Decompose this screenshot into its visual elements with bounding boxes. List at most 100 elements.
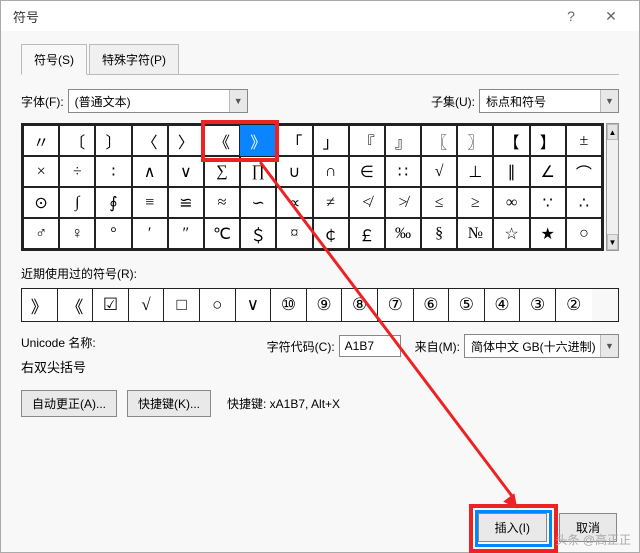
symbol-cell[interactable]: ∴ [566,187,602,218]
symbol-cell[interactable]: ￡ [349,218,385,249]
help-icon[interactable]: ? [551,2,591,30]
symbol-cell[interactable]: 【 [493,125,529,156]
tab-strip: 符号(S) 特殊字符(P) [21,43,619,75]
scroll-up-icon[interactable]: ▲ [607,124,618,140]
insert-button[interactable]: 插入(I) [478,513,547,542]
scroll-track[interactable] [607,140,618,234]
charcode-input[interactable]: A1B7 [339,335,401,357]
symbol-cell[interactable]: ≌ [168,187,204,218]
grid-scrollbar[interactable]: ▲ ▼ [606,123,619,251]
symbol-cell[interactable]: ＄ [240,218,276,249]
symbol-cell[interactable]: ℃ [204,218,240,249]
tab-symbol[interactable]: 符号(S) [21,44,87,75]
symbol-cell[interactable]: ￠ [313,218,349,249]
symbol-cell[interactable]: ≡ [132,187,168,218]
symbol-cell[interactable]: ≥ [457,187,493,218]
symbol-cell[interactable]: ¤ [276,218,312,249]
recent-cell[interactable]: ③ [520,289,556,321]
symbol-cell[interactable]: 】 [530,125,566,156]
symbol-cell[interactable]: ⊙ [23,187,59,218]
recent-cell[interactable]: □ [164,289,200,321]
symbol-cell[interactable]: 〔 [59,125,95,156]
symbol-cell[interactable]: 』 [385,125,421,156]
symbol-cell[interactable]: ∽ [240,187,276,218]
symbol-cell[interactable]: ÷ [59,156,95,187]
symbol-cell[interactable]: ⌒ [566,156,602,187]
symbol-cell[interactable]: ∪ [276,156,312,187]
symbol-cell[interactable]: ☆ [493,218,529,249]
recent-cell[interactable]: ④ [485,289,521,321]
symbol-cell[interactable]: ′ [132,218,168,249]
symbol-cell[interactable]: № [457,218,493,249]
recent-cell[interactable]: 《 [58,289,94,321]
symbol-cell[interactable]: ± [566,125,602,156]
symbol-cell[interactable]: 〖 [421,125,457,156]
symbol-cell[interactable]: 〕 [95,125,131,156]
symbol-cell[interactable]: ∨ [168,156,204,187]
recent-cell[interactable]: ⑤ [449,289,485,321]
symbol-cell[interactable]: ∧ [132,156,168,187]
symbol-cell[interactable]: 〉 [168,125,204,156]
symbol-cell[interactable]: ∷ [385,156,421,187]
symbol-cell[interactable]: ∏ [240,156,276,187]
chevron-down-icon[interactable]: ▼ [600,90,618,112]
symbol-cell[interactable]: 〈 [132,125,168,156]
symbol-cell[interactable]: ∑ [204,156,240,187]
symbol-cell[interactable]: ∥ [493,156,529,187]
scroll-down-icon[interactable]: ▼ [607,234,618,250]
dialog-body: 符号(S) 特殊字符(P) 字体(F): (普通文本) ▼ 子集(U): 标点和… [1,31,639,427]
tab-special[interactable]: 特殊字符(P) [89,44,179,75]
recent-cell[interactable]: 》 [22,289,58,321]
autocorrect-button[interactable]: 自动更正(A)... [21,390,117,417]
recent-cell[interactable]: ⑨ [307,289,343,321]
chevron-down-icon[interactable]: ▼ [229,90,247,112]
symbol-cell[interactable]: ∝ [276,187,312,218]
symbol-cell[interactable]: × [23,156,59,187]
symbol-cell[interactable]: ≤ [421,187,457,218]
symbol-cell[interactable]: ≯ [385,187,421,218]
recent-cell[interactable]: ⑥ [414,289,450,321]
recent-cell[interactable]: ⑩ [271,289,307,321]
from-combo[interactable]: 简体中文 GB(十六进制) ▼ [464,334,619,358]
chevron-down-icon[interactable]: ▼ [600,335,618,357]
symbol-cell[interactable]: ∫ [59,187,95,218]
symbol-cell[interactable]: ⊥ [457,156,493,187]
shortcutkey-button[interactable]: 快捷键(K)... [127,390,211,417]
close-icon[interactable]: ✕ [591,2,631,30]
symbol-cell[interactable]: ★ [530,218,566,249]
symbol-cell[interactable]: ° [95,218,131,249]
symbol-cell[interactable]: ≠ [313,187,349,218]
symbol-cell[interactable]: 」 [313,125,349,156]
font-combo[interactable]: (普通文本) ▼ [68,89,248,113]
symbol-cell[interactable]: ∩ [313,156,349,187]
symbol-cell[interactable]: 『 [349,125,385,156]
recent-cell[interactable]: ⑧ [342,289,378,321]
symbol-cell[interactable]: ∈ [349,156,385,187]
recent-cell[interactable]: ○ [200,289,236,321]
symbol-cell[interactable]: ≮ [349,187,385,218]
symbol-cell[interactable]: 〃 [23,125,59,156]
symbol-cell[interactable]: ♂ [23,218,59,249]
recent-cell[interactable]: ② [556,289,592,321]
symbol-cell[interactable]: 》 [240,125,276,156]
symbol-cell[interactable]: 「 [276,125,312,156]
recent-cell[interactable]: √ [129,289,165,321]
recent-cell[interactable]: ☑ [93,289,129,321]
subset-combo[interactable]: 标点和符号 ▼ [479,89,619,113]
symbol-cell[interactable]: § [421,218,457,249]
symbol-cell[interactable]: ∠ [530,156,566,187]
symbol-cell[interactable]: ♀ [59,218,95,249]
symbol-cell[interactable]: ‰ [385,218,421,249]
symbol-cell[interactable]: ″ [168,218,204,249]
symbol-cell[interactable]: ≈ [204,187,240,218]
symbol-cell[interactable]: √ [421,156,457,187]
symbol-cell[interactable]: 〗 [457,125,493,156]
symbol-cell[interactable]: ∶ [95,156,131,187]
symbol-cell[interactable]: ○ [566,218,602,249]
recent-cell[interactable]: ⑦ [378,289,414,321]
symbol-cell[interactable]: 《 [204,125,240,156]
symbol-cell[interactable]: ∮ [95,187,131,218]
symbol-cell[interactable]: ∵ [530,187,566,218]
symbol-cell[interactable]: ∞ [493,187,529,218]
recent-cell[interactable]: ∨ [236,289,272,321]
